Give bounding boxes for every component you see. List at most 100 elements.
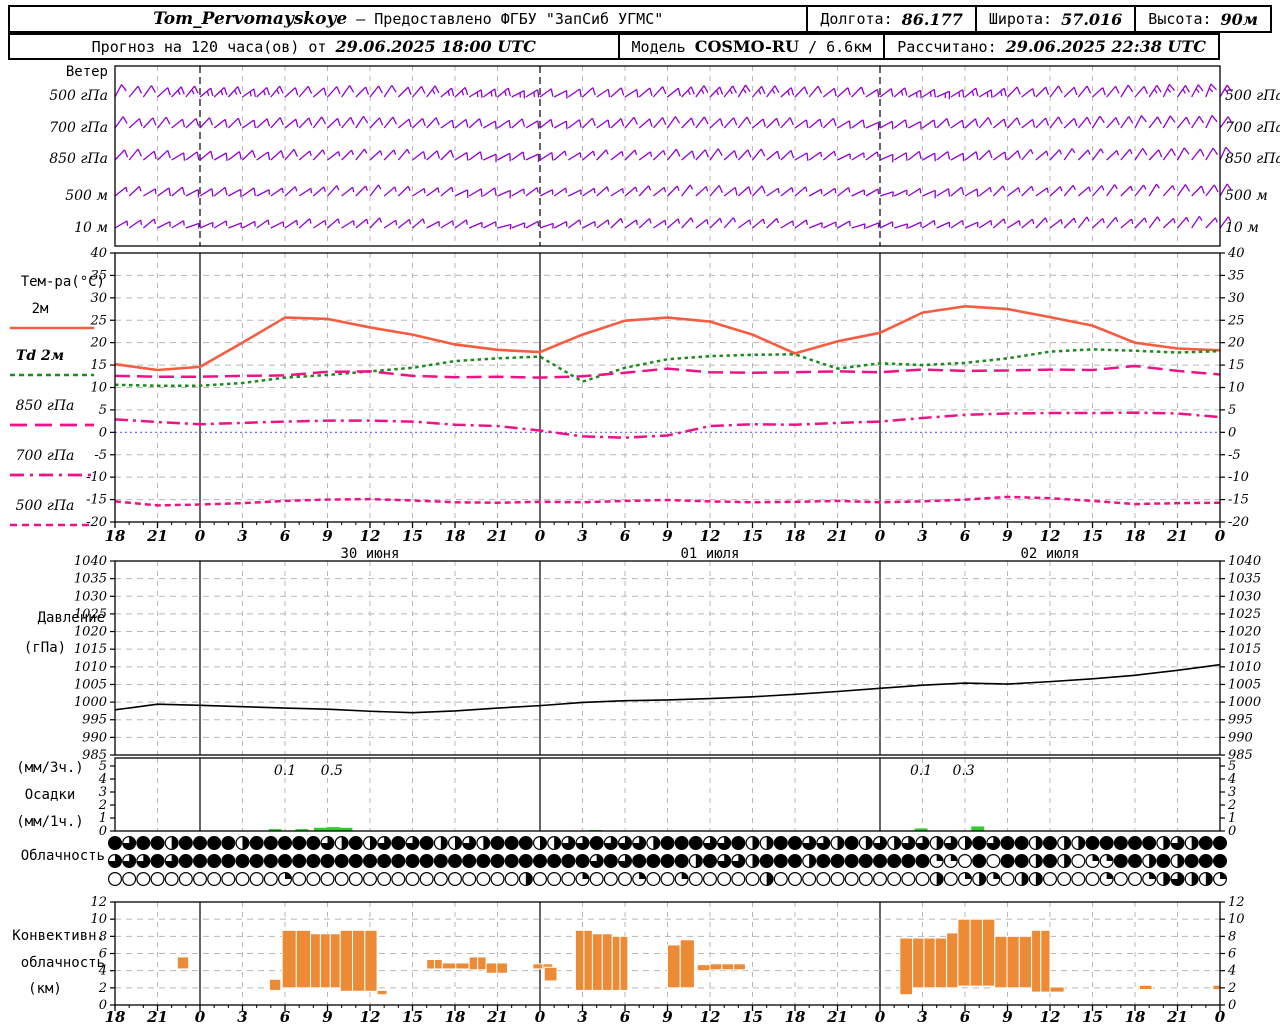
svg-text:6: 6 <box>960 527 971 545</box>
svg-text:12: 12 <box>1040 1008 1061 1024</box>
svg-text:9: 9 <box>1002 1008 1013 1024</box>
convective-cloud-bar <box>532 963 544 970</box>
longitude-value: 86.177 <box>901 9 963 29</box>
svg-text:20: 20 <box>89 336 107 351</box>
svg-text:1000: 1000 <box>74 695 107 710</box>
svg-text:18: 18 <box>1125 1008 1146 1024</box>
convective-cloud-bar <box>1006 935 1020 989</box>
calculated-time: 29.06.2025 22:38 UTC <box>1005 37 1206 56</box>
convective-cloud-bar <box>426 959 435 970</box>
svg-text:-15: -15 <box>1228 493 1249 508</box>
svg-text:1040: 1040 <box>1228 554 1261 569</box>
svg-text:18: 18 <box>1125 527 1146 545</box>
svg-text:21: 21 <box>826 1008 848 1024</box>
svg-text:18: 18 <box>445 527 466 545</box>
convective-cloud-bar <box>619 935 629 991</box>
convective-cloud-bar <box>339 929 354 992</box>
convective-cloud-bar <box>1138 984 1153 991</box>
svg-text:40: 40 <box>1227 246 1245 261</box>
svg-text:18: 18 <box>105 1008 126 1024</box>
header-lat-cell: Широта: 57.016 <box>974 7 1134 31</box>
svg-text:1005: 1005 <box>1228 677 1261 692</box>
header-alt-cell: Высота: 90м <box>1134 7 1270 31</box>
svg-text:9: 9 <box>322 1008 333 1024</box>
svg-text:5: 5 <box>99 759 107 774</box>
svg-text:21: 21 <box>1166 527 1188 545</box>
svg-text:995: 995 <box>82 713 107 728</box>
convective-cloud-bar <box>667 944 681 989</box>
model-label: Модель <box>631 37 686 56</box>
svg-text:12: 12 <box>360 527 381 545</box>
svg-text:990: 990 <box>82 730 107 745</box>
convective-cloud-bar <box>433 959 443 970</box>
convective-cloud-bar <box>485 962 498 974</box>
svg-text:21: 21 <box>1166 1008 1188 1024</box>
svg-text:15: 15 <box>1228 358 1245 373</box>
svg-text:0: 0 <box>1228 824 1236 839</box>
svg-text:18: 18 <box>445 1008 466 1024</box>
svg-text:1025: 1025 <box>74 607 107 622</box>
svg-text:5: 5 <box>1228 759 1236 774</box>
convective-cloud-bar <box>376 989 388 996</box>
model-name: COSMO-RU <box>694 37 800 56</box>
svg-text:10: 10 <box>90 912 107 927</box>
svg-text:0: 0 <box>1215 527 1226 545</box>
svg-text:10: 10 <box>90 381 107 396</box>
svg-text:12: 12 <box>700 1008 721 1024</box>
svg-text:-15: -15 <box>86 493 107 508</box>
svg-text:25: 25 <box>1227 313 1245 328</box>
header-model-cell: Модель COSMO-RU / 6.6км <box>617 35 884 58</box>
svg-text:995: 995 <box>1228 713 1253 728</box>
svg-text:15: 15 <box>402 1008 423 1024</box>
svg-text:12: 12 <box>1228 895 1245 910</box>
svg-text:1015: 1015 <box>1228 642 1261 657</box>
model-resolution: / 6.6км <box>808 37 872 56</box>
svg-text:12: 12 <box>90 895 107 910</box>
svg-text:4: 4 <box>1227 772 1236 787</box>
svg-text:-10: -10 <box>86 470 107 485</box>
svg-text:3: 3 <box>577 1008 587 1024</box>
svg-text:0: 0 <box>99 824 107 839</box>
convective-cloud-bar <box>994 935 1008 989</box>
convective-cloud-bar <box>543 966 558 982</box>
svg-text:0.5: 0.5 <box>321 763 343 779</box>
svg-text:3: 3 <box>917 1008 927 1024</box>
convective-cloud-bar <box>733 963 746 971</box>
svg-text:1020: 1020 <box>74 625 107 640</box>
header-station-cell: Tom_Pervomayskoye — Предоставлено ФГБУ "… <box>10 7 806 31</box>
convective-cloud-bar <box>281 929 297 989</box>
provider-text: — Предоставлено ФГБУ "ЗапСиб УГМС" <box>356 10 664 28</box>
svg-text:35: 35 <box>90 268 107 283</box>
svg-text:5: 5 <box>1228 403 1236 418</box>
svg-text:-10: -10 <box>1228 470 1249 485</box>
svg-text:4: 4 <box>98 772 107 787</box>
svg-text:1040: 1040 <box>74 554 107 569</box>
svg-text:1000: 1000 <box>1228 695 1261 710</box>
header-row-1: Tom_Pervomayskoye — Предоставлено ФГБУ "… <box>8 5 1272 33</box>
svg-text:1035: 1035 <box>1228 572 1261 587</box>
svg-text:0: 0 <box>535 1008 546 1024</box>
svg-text:25: 25 <box>89 313 107 328</box>
convective-cloud-bar <box>899 937 914 996</box>
svg-text:21: 21 <box>146 527 168 545</box>
svg-text:15: 15 <box>402 527 423 545</box>
convective-cloud-bar <box>981 918 996 987</box>
svg-text:1025: 1025 <box>1228 607 1261 622</box>
svg-text:15: 15 <box>1082 1008 1103 1024</box>
forecast-label: Прогноз на 120 часа(ов) от <box>91 37 327 56</box>
svg-text:6: 6 <box>620 527 631 545</box>
svg-text:3: 3 <box>1228 785 1236 800</box>
meteogram-chart: 0.1 0.5 0.1 0.3-20 -20-15 -15-10 -10-5 -50 05 510… <box>74 65 1261 1024</box>
svg-text:8: 8 <box>99 929 107 944</box>
forecast-time: 29.06.2025 18:00 UTC <box>335 37 536 56</box>
svg-text:1: 1 <box>99 811 107 826</box>
svg-text:3: 3 <box>99 785 107 800</box>
svg-text:02 июля: 02 июля <box>1020 546 1079 562</box>
svg-text:30: 30 <box>90 291 107 306</box>
convective-cloud-bar <box>709 963 723 971</box>
svg-text:3: 3 <box>237 1008 247 1024</box>
latitude-value: 57.016 <box>1061 9 1123 29</box>
svg-text:2: 2 <box>98 798 107 813</box>
svg-text:1020: 1020 <box>1228 625 1261 640</box>
svg-text:10: 10 <box>1228 912 1245 927</box>
